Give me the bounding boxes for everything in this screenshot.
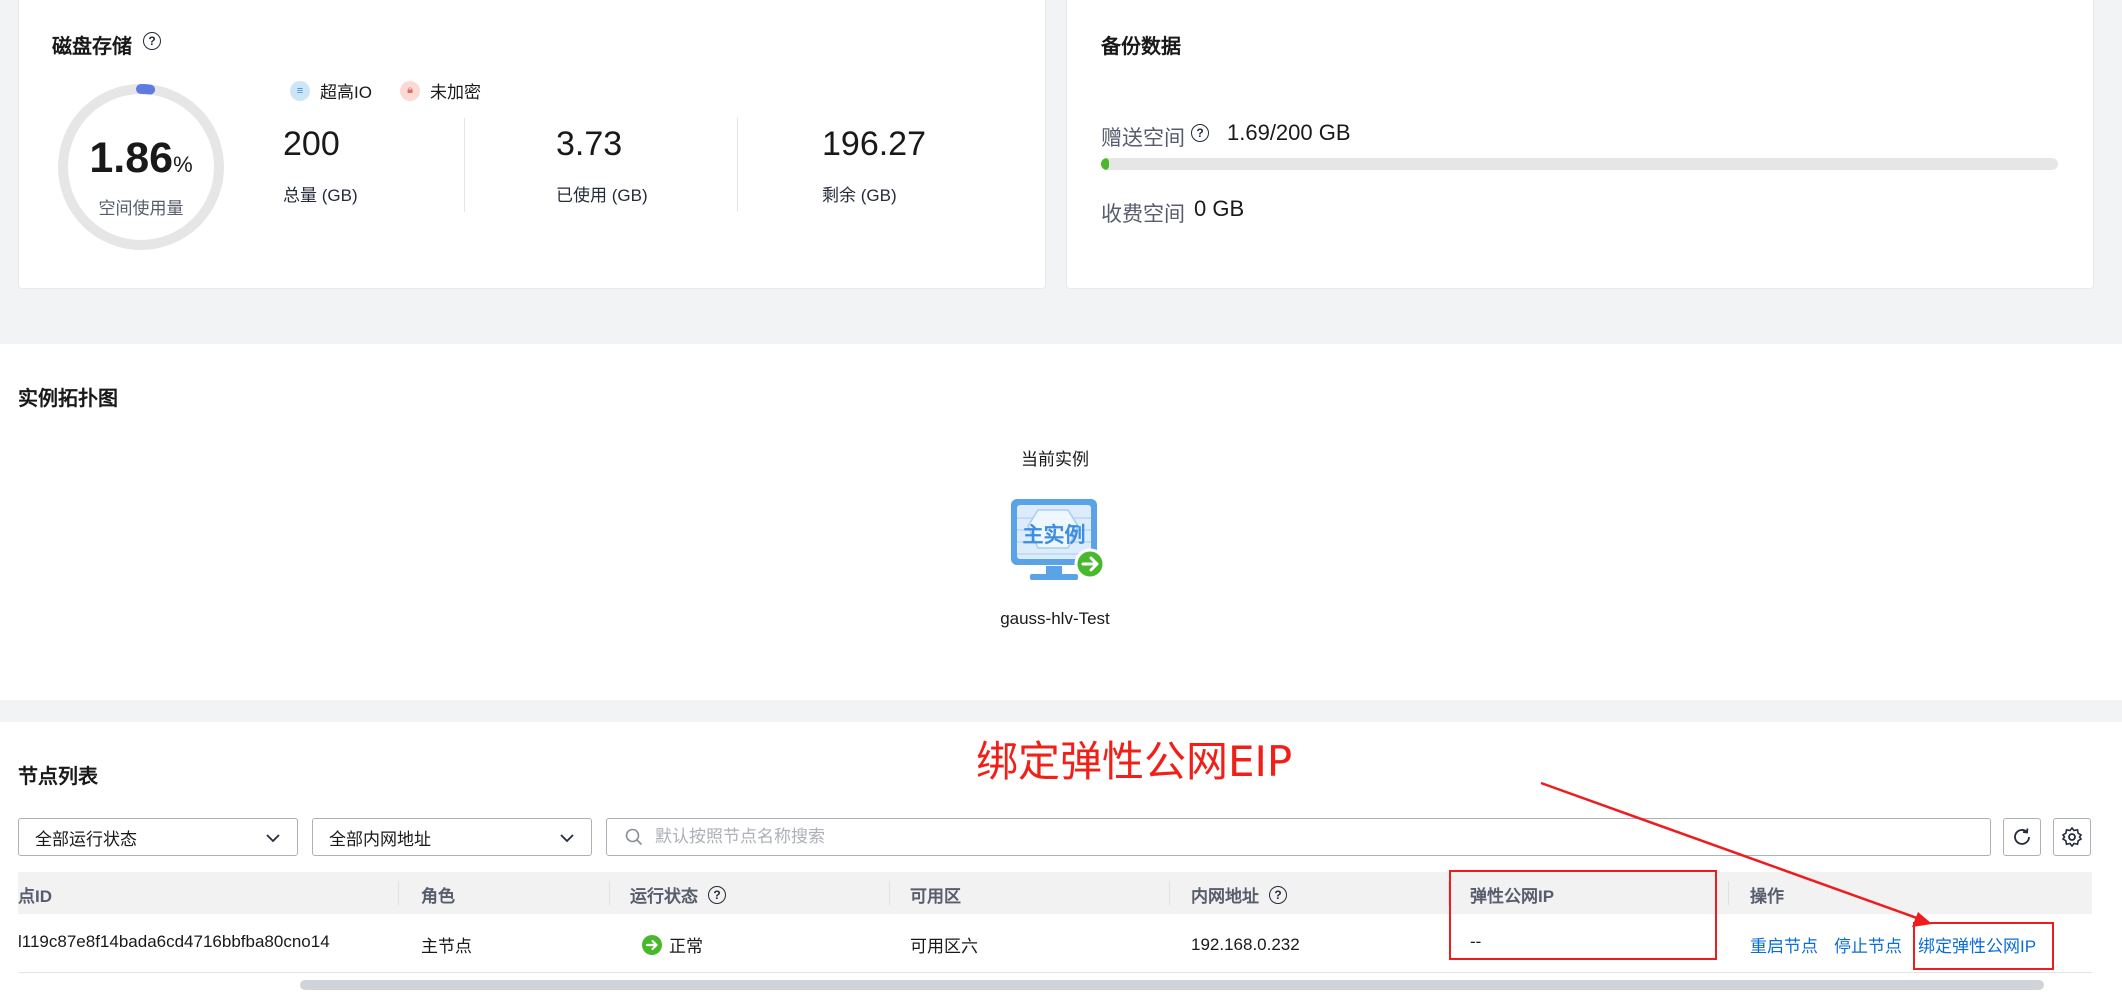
- cell-status: 正常: [641, 932, 703, 957]
- status-filter-value: 全部运行状态: [35, 829, 137, 849]
- help-icon[interactable]: ?: [708, 885, 726, 904]
- stat-used-value: 3.73: [556, 125, 623, 163]
- status-text: 正常: [669, 937, 703, 956]
- col-header-id: 点ID: [18, 887, 52, 906]
- help-icon[interactable]: ?: [1269, 885, 1287, 904]
- refresh-icon: [2014, 828, 2030, 845]
- divider: [18, 972, 2092, 973]
- status-filter-select[interactable]: 全部运行状态: [18, 818, 298, 856]
- free-space-label: 赠送空间: [1101, 127, 1185, 150]
- stat-remaining-value: 196.27: [822, 125, 926, 163]
- scrollbar-thumb[interactable]: [300, 980, 2044, 990]
- tag-ultra-io-label: 超高IO: [320, 83, 372, 102]
- backup-card: [1066, 0, 2094, 289]
- disk-storage-title: 磁盘存储: [52, 36, 132, 58]
- cell-role: 主节点: [421, 937, 472, 956]
- lock-icon: 🔒︎: [400, 80, 420, 101]
- col-header-status: 运行状态?: [630, 882, 726, 907]
- col-header-address: 内网地址?: [1191, 882, 1287, 907]
- divider: [609, 881, 610, 905]
- primary-instance-node[interactable]: 主实例: [1008, 496, 1118, 588]
- stat-total-label: 总量 (GB): [283, 186, 358, 205]
- usage-percent: 1.86%: [89, 134, 193, 182]
- node-list-title: 节点列表: [18, 766, 98, 788]
- annotation-box-eip-column: [1449, 870, 1717, 960]
- col-header-actions: 操作: [1750, 887, 1784, 906]
- chevron-down-icon: [560, 834, 574, 843]
- stat-used-label: 已使用 (GB): [556, 186, 648, 205]
- refresh-button[interactable]: [2003, 818, 2041, 856]
- paid-space-value: 0 GB: [1194, 196, 1245, 221]
- tag-ultra-io: ≡ 超高IO: [290, 78, 372, 103]
- help-icon[interactable]: ?: [1191, 124, 1209, 142]
- gear-icon: [2061, 826, 2083, 848]
- usage-ring: 1.86% 空间使用量: [56, 82, 226, 252]
- search-icon: [625, 828, 643, 846]
- address-filter-select[interactable]: 全部内网地址: [312, 818, 592, 856]
- tag-unencrypted-label: 未加密: [430, 83, 481, 102]
- help-icon[interactable]: ?: [143, 32, 161, 50]
- divider: [889, 881, 890, 905]
- annotation-text: 绑定弹性公网EIP: [976, 737, 1293, 786]
- instance-name[interactable]: gauss-hlv-Test: [905, 609, 1205, 629]
- stat-total-value: 200: [283, 125, 340, 163]
- free-space-value: 1.69/200 GB: [1227, 120, 1351, 145]
- divider: [464, 118, 465, 212]
- col-header-zone: 可用区: [910, 887, 961, 906]
- cell-node-id: l119c87e8f14bada6cd4716bbfba80cno14: [18, 932, 330, 951]
- free-space-progress-fill: [1101, 158, 1110, 170]
- free-space-progress: [1101, 158, 2058, 170]
- backup-title: 备份数据: [1101, 36, 1181, 58]
- address-filter-value: 全部内网地址: [329, 829, 431, 849]
- stop-node-link[interactable]: 停止节点: [1834, 932, 1902, 957]
- settings-button[interactable]: [2053, 818, 2091, 856]
- disk-icon: ≡: [290, 80, 310, 101]
- status-ok-icon: [642, 934, 662, 955]
- usage-label: 空间使用量: [98, 199, 184, 218]
- topology-title: 实例拓扑图: [18, 388, 118, 410]
- chevron-down-icon: [266, 834, 280, 843]
- restart-node-link[interactable]: 重启节点: [1750, 932, 1818, 957]
- annotation-box-bind-link: [1913, 922, 2054, 970]
- cell-zone: 可用区六: [910, 937, 978, 956]
- col-header-role: 角色: [421, 887, 455, 906]
- search-input[interactable]: [653, 826, 1857, 848]
- cell-address: 192.168.0.232: [1191, 935, 1300, 954]
- stat-remaining-label: 剩余 (GB): [822, 186, 897, 205]
- monitor-icon: 主实例: [1011, 499, 1106, 580]
- search-box[interactable]: [606, 818, 1991, 856]
- divider: [398, 881, 399, 905]
- paid-space-label: 收费空间: [1101, 203, 1185, 226]
- instance-badge-text: 主实例: [1023, 523, 1086, 547]
- divider: [737, 118, 738, 212]
- divider: [1169, 881, 1170, 905]
- divider: [1728, 881, 1729, 905]
- tag-unencrypted: 🔒︎ 未加密: [400, 78, 481, 103]
- current-instance-label: 当前实例: [1021, 450, 1089, 469]
